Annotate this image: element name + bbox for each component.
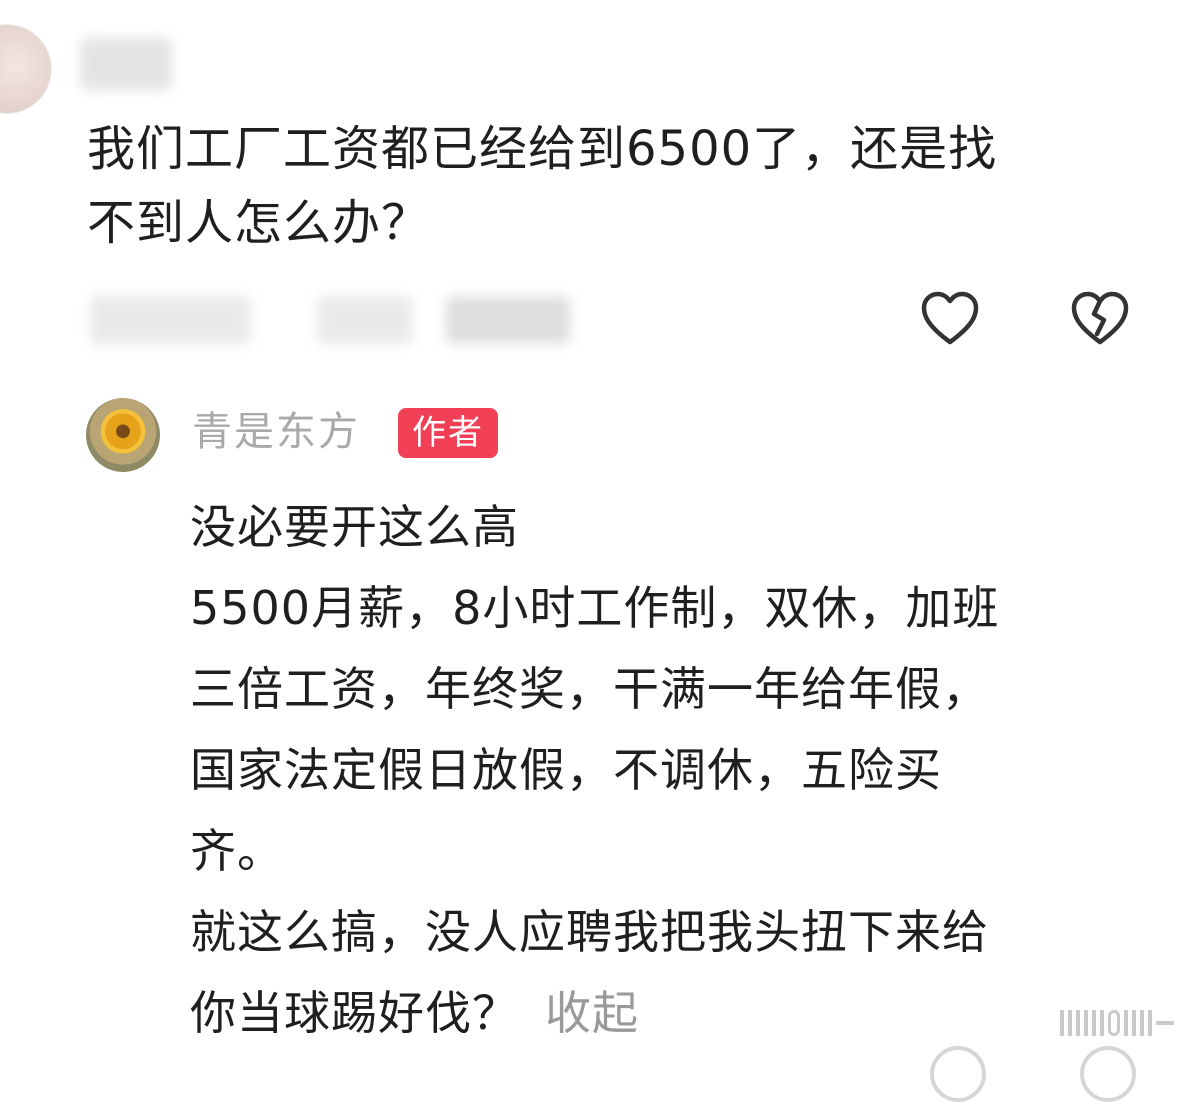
like-button[interactable] <box>918 286 982 350</box>
reply-line-last: 你当球踢好伐？ 收起 <box>190 973 1150 1054</box>
reply-line: 没必要开这么高 <box>190 500 519 554</box>
reply-line: 5500月薪，8小时工作制，双休，加班 <box>190 581 1000 635</box>
dislike-button[interactable] <box>1068 286 1132 350</box>
cut-off-icon <box>930 1046 986 1102</box>
commenter-avatar[interactable] <box>0 24 52 114</box>
comment-text: 我们工厂工资都已经给到6500了，还是找 不到人怎么办？ <box>87 121 998 251</box>
collapse-button[interactable]: 收起 <box>545 986 639 1040</box>
broken-heart-icon <box>1071 291 1129 345</box>
redacted-meta-2 <box>318 296 412 344</box>
redacted-meta-3 <box>446 296 570 344</box>
author-name[interactable]: 青是东方 <box>192 404 360 460</box>
watermark <box>1060 1010 1174 1036</box>
reply-text: 没必要开这么高 5500月薪，8小时工作制，双休，加班 三倍工资，年终奖，干满一… <box>190 487 1150 1054</box>
reply-line-text: 你当球踢好伐？ <box>190 986 519 1040</box>
reply-line: 齐。 <box>190 824 284 878</box>
author-avatar[interactable] <box>86 398 160 472</box>
commenter-name-redacted <box>80 38 172 90</box>
reply-line: 国家法定假日放假，不调休，五险买 <box>190 743 942 797</box>
heart-icon <box>921 291 979 345</box>
reply-line: 三倍工资，年终奖，干满一年给年假， <box>190 662 989 716</box>
redacted-meta-1 <box>90 296 250 344</box>
author-badge: 作者 <box>398 408 498 458</box>
reply-line: 就这么搞，没人应聘我把我头扭下来给 <box>190 905 989 959</box>
cut-off-icon <box>1080 1046 1136 1102</box>
